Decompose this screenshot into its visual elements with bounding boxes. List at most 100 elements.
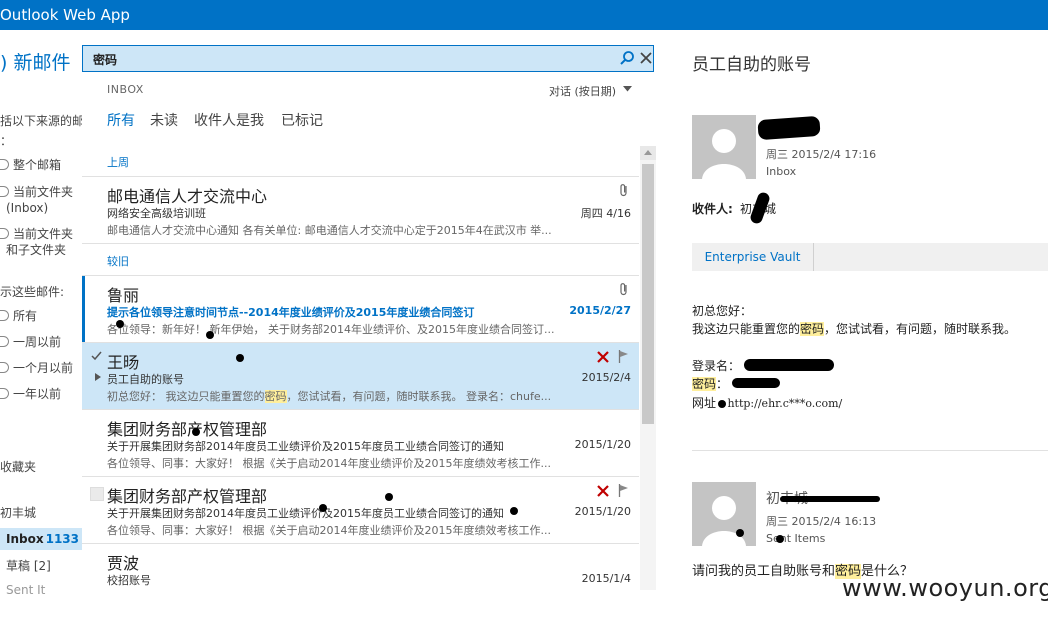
message-row[interactable]: 集团财务部产权管理部 关于开展集团财务部2014年度员工业绩评价及2015年度员… <box>82 410 639 476</box>
message-preview: 各位领导：新年好！ 新年伊始， 关于财务部2014年业绩评价、及2015年度业绩… <box>107 323 555 336</box>
unread-count: 1133 <box>45 532 79 546</box>
body-greeting: 初总您好： <box>692 304 753 318</box>
redaction-mark <box>718 400 726 408</box>
unread-indicator <box>82 276 85 342</box>
paperclip-icon <box>620 184 627 197</box>
time-radio-all[interactable]: 所有 <box>0 308 37 324</box>
person-icon <box>702 496 746 546</box>
message-row-hover[interactable]: 集团财务部产权管理部 关于开展集团财务部2014年度员工业绩评价及2015年度员… <box>82 477 639 543</box>
redaction-mark <box>736 529 744 537</box>
person-icon <box>702 129 746 179</box>
radio-icon <box>0 186 9 197</box>
delete-icon[interactable] <box>597 485 609 497</box>
expand-arrow-icon[interactable] <box>95 373 101 381</box>
redacted-sender-name <box>757 115 821 141</box>
folder-sent[interactable]: Sent It <box>6 583 45 597</box>
current-folder-label: INBOX <box>107 83 144 96</box>
scroll-up-button[interactable] <box>640 146 656 160</box>
radio-icon <box>0 388 9 399</box>
tab-to-me[interactable]: 收件人是我 <box>194 110 264 130</box>
redaction-mark <box>385 493 393 501</box>
message-preview: 各位领导、同事：大家好！ 根据《关于启动2014年度业绩评价及2015年度绩效考… <box>107 457 551 470</box>
watermark: www.wooyun.org <box>842 574 1048 602</box>
message-folder: Inbox <box>766 165 797 178</box>
reading-pane: 员工自助的账号 周三 2015/2/4 17:16 Inbox 收件人: 初丰城… <box>692 30 1048 617</box>
redaction-mark <box>236 354 244 362</box>
body-line: 我这边只能重置您的密码，您试试看，有问题，随时联系我。 <box>692 322 1017 336</box>
redacted-login <box>744 359 834 371</box>
message-preview: 初总您好： 我这边只能重置您的密码，您试试看，有问题，随时联系我。 登录名：ch… <box>107 390 552 403</box>
message-date: 周四 4/16 <box>580 207 631 220</box>
checkmark-icon[interactable] <box>91 351 102 361</box>
message-sender: 集团财务部产权管理部 <box>107 487 268 506</box>
tab-all[interactable]: 所有 <box>107 110 135 130</box>
tab-unread[interactable]: 未读 <box>150 110 178 130</box>
filter-source-colon: ： <box>0 134 13 148</box>
top-bar: Outlook Web App <box>0 0 1048 30</box>
folder-drafts[interactable]: 草稿 [2] <box>6 557 51 574</box>
flag-icon[interactable] <box>618 350 629 363</box>
redaction-mark <box>116 320 124 328</box>
message-date: 2015/2/27 <box>569 304 631 317</box>
redaction-mark <box>776 535 784 543</box>
redacted-password <box>732 378 780 388</box>
redaction-mark <box>319 504 327 512</box>
message-row[interactable]: 邮电通信人才交流中心 网络安全高级培训班 周四 4/16 邮电通信人才交流中心通… <box>82 177 639 243</box>
redacted-sender-name <box>780 496 880 502</box>
message-date: 2015/1/20 <box>574 438 631 451</box>
sort-dropdown[interactable]: 对话 (按日期) <box>549 83 616 99</box>
flag-icon[interactable] <box>618 484 629 497</box>
search-input[interactable] <box>93 50 593 68</box>
time-radio-year[interactable]: 一年以前 <box>0 386 61 402</box>
radio-icon <box>0 310 9 321</box>
message-sender: 王旸 <box>107 353 140 372</box>
radio-icon <box>0 362 9 373</box>
email-subject-title: 员工自助的账号 <box>692 55 811 75</box>
close-icon[interactable] <box>638 50 654 66</box>
message-row[interactable]: 鲁丽 提示各位领导注意时间节点--2014年度业绩评价及2015年度业绩合同签订… <box>82 276 639 342</box>
show-title: 示这些邮件: <box>0 285 65 299</box>
chevron-down-icon[interactable] <box>623 86 632 92</box>
scope-radio-all[interactable]: 整个邮箱 <box>0 157 61 173</box>
message-row-selected[interactable]: 王旸 员工自助的账号 2015/2/4 初总您好： 我这边只能重置您的密码，您试… <box>82 343 639 409</box>
scope-radio-current[interactable]: 当前文件夹 (Inbox) <box>0 184 73 216</box>
redaction-mark <box>192 428 200 436</box>
message-sender: 鲁丽 <box>107 286 140 305</box>
paperclip-icon <box>620 283 627 296</box>
time-radio-month[interactable]: 一个月以前 <box>0 360 73 376</box>
account-header[interactable]: 初丰城 <box>0 504 36 521</box>
folder-inbox[interactable]: Inbox 1133 <box>0 528 82 550</box>
folder-pane: ) 新邮件 括以下来源的邮 ： 整个邮箱 当前文件夹 (Inbox) 当前文件夹… <box>0 30 82 617</box>
message-date: 2015/1/20 <box>574 505 631 518</box>
search-icon[interactable] <box>619 50 635 66</box>
time-radio-week[interactable]: 一周以前 <box>0 334 61 350</box>
message-subject: 关于开展集团财务部2014年度员工业绩评价及2015年度员工业绩合同签订的通知 <box>107 440 504 453</box>
delete-icon[interactable] <box>597 351 609 363</box>
group-header-last-week: 上周 <box>107 156 129 169</box>
new-mail-button[interactable]: ) 新邮件 <box>0 48 70 75</box>
list-scrollbar[interactable] <box>640 146 656 590</box>
message-sender: 贾波 <box>107 554 140 573</box>
redaction-mark <box>206 331 214 339</box>
chevron-up-icon <box>644 150 652 155</box>
divider <box>82 243 639 244</box>
group-header-older: 较旧 <box>107 255 129 268</box>
radio-icon <box>0 228 9 239</box>
app-title: Outlook Web App <box>0 6 130 24</box>
search-box <box>82 45 654 72</box>
message-datetime: 周三 2015/2/4 17:16 <box>766 148 877 161</box>
favorites-header[interactable]: 收藏夹 <box>0 458 36 475</box>
redaction-mark <box>510 507 518 515</box>
url-link[interactable]: http://ehr.c***o.com/ <box>727 397 842 410</box>
scope-radio-subfolders[interactable]: 当前文件夹 和子文件夹 <box>0 226 73 258</box>
search-highlight: 密码 <box>692 377 717 391</box>
message-row[interactable]: 贾波 校招账号 2015/1/4 <box>82 544 639 590</box>
scroll-thumb[interactable] <box>642 164 654 424</box>
message-subject: 校招账号 <box>107 574 151 587</box>
tab-flagged[interactable]: 已标记 <box>281 110 323 130</box>
enterprise-vault-tab[interactable]: Enterprise Vault <box>692 243 814 271</box>
search-highlight: 密码 <box>264 390 287 403</box>
message-folder: Sent Items <box>766 532 826 545</box>
select-checkbox[interactable] <box>90 487 104 501</box>
body-password-label: 密码： <box>692 377 729 391</box>
